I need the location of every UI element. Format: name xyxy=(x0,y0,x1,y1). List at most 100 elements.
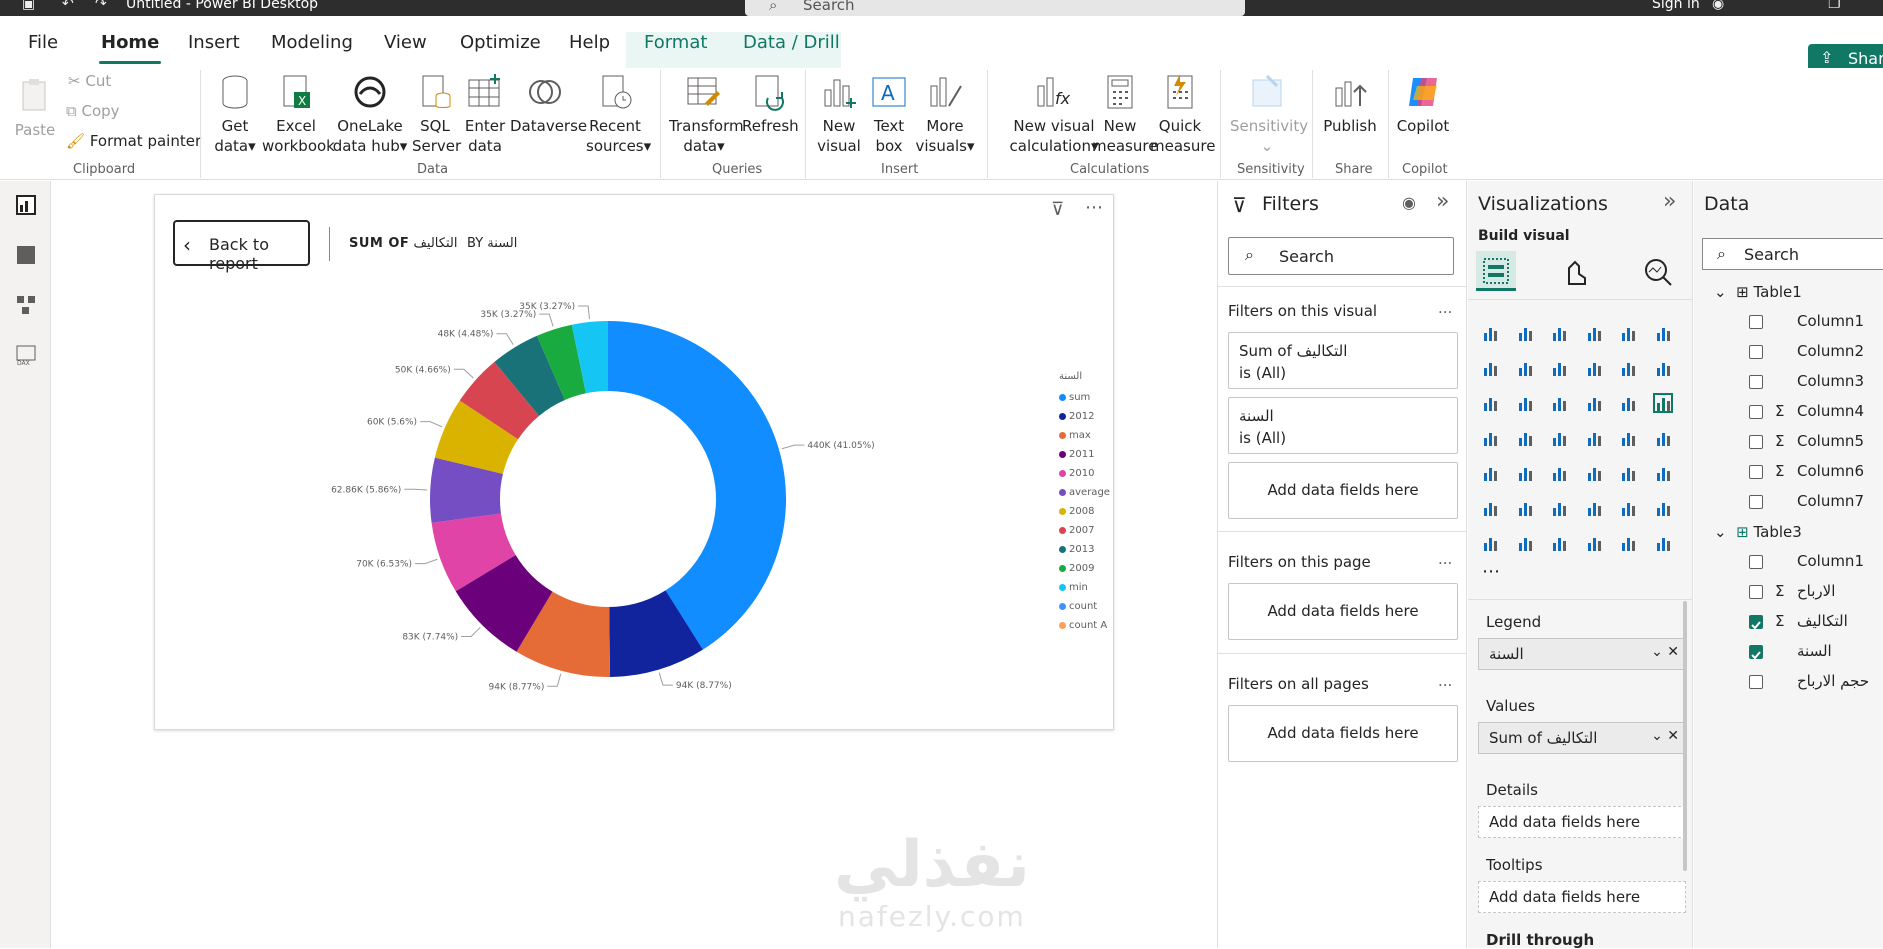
more-visuals-icon[interactable]: ⋯ xyxy=(1482,561,1500,582)
field-checkbox[interactable] xyxy=(1749,645,1763,660)
legend-item[interactable]: count xyxy=(1059,597,1110,616)
field-checkbox[interactable] xyxy=(1749,585,1763,599)
visual-type-chevron-icon[interactable] xyxy=(1651,531,1675,555)
visual-type-table-icon[interactable] xyxy=(1582,461,1606,485)
field-name[interactable]: السنة xyxy=(1797,642,1832,660)
field-checkbox[interactable] xyxy=(1749,405,1763,419)
field-checkbox[interactable] xyxy=(1749,675,1763,689)
legend-item[interactable]: average xyxy=(1059,483,1110,502)
build-visual-tab[interactable] xyxy=(1476,251,1516,291)
visual-type-card-icon[interactable] xyxy=(1513,531,1537,555)
transform-data-button[interactable]: Transform data▾ xyxy=(669,72,744,156)
visual-type-list-icon[interactable] xyxy=(1478,461,1502,485)
add-visual-filter-field[interactable]: Add data fields here xyxy=(1228,462,1458,519)
dataverse-button[interactable]: Dataverse xyxy=(510,72,587,136)
visual-type-map-icon[interactable] xyxy=(1513,426,1537,450)
visual-type-flow-icon[interactable] xyxy=(1582,531,1606,555)
format-painter-button[interactable]: 🖌 Format painter xyxy=(66,132,201,150)
legend-item[interactable]: 2012 xyxy=(1059,407,1110,426)
refresh-button[interactable]: Refresh xyxy=(742,72,799,136)
new-visual-button[interactable]: New visual xyxy=(816,72,862,156)
field-name[interactable]: حجم الارباح xyxy=(1797,672,1869,690)
visual-type-line-icon[interactable] xyxy=(1547,356,1571,380)
copy-button[interactable]: ⧉ Copy xyxy=(66,102,120,120)
visual-type-area-icon[interactable] xyxy=(1582,356,1606,380)
filter-card[interactable]: Sum of التكاليف is (All) xyxy=(1228,332,1458,389)
legend-item[interactable]: 2009 xyxy=(1059,559,1110,578)
legend-item[interactable]: count A xyxy=(1059,616,1110,635)
analytics-icon[interactable] xyxy=(1643,258,1673,286)
visual-type-card-icon[interactable] xyxy=(1547,531,1571,555)
text-box-button[interactable]: A Text box xyxy=(868,72,910,156)
visual-type-gauge-icon[interactable] xyxy=(1616,426,1640,450)
table3-node[interactable]: ⌄ ⊞ Table3 xyxy=(1714,523,1802,541)
visual-type-col-icon[interactable] xyxy=(1513,321,1537,345)
visual-type-report-icon[interactable] xyxy=(1478,531,1502,555)
visual-type-trophy-icon[interactable] xyxy=(1651,496,1675,520)
menu-modeling[interactable]: Modeling xyxy=(271,32,353,53)
menu-file[interactable]: File xyxy=(28,32,58,53)
field-checkbox[interactable] xyxy=(1749,315,1763,329)
copilot-button[interactable]: Copilot xyxy=(1394,72,1452,136)
more-visuals-button[interactable]: More visuals▾ xyxy=(912,72,978,156)
table1-node[interactable]: ⌄ ⊞ Table1 xyxy=(1714,283,1802,301)
sign-in[interactable]: Sign in xyxy=(1652,0,1700,12)
field-name[interactable]: Column6 xyxy=(1797,462,1864,480)
quick-measure-button[interactable]: Quick measure xyxy=(1150,72,1215,156)
legend-item[interactable]: sum xyxy=(1059,388,1110,407)
field-name[interactable]: Column1 xyxy=(1797,312,1864,330)
visual-type-col-icon[interactable] xyxy=(1582,321,1606,345)
title-search[interactable]: ⌕ Search xyxy=(745,0,1245,16)
eye-icon[interactable]: ◉ xyxy=(1402,193,1416,212)
visual-type-paginated-icon[interactable] xyxy=(1616,496,1640,520)
visual-type-line-icon[interactable] xyxy=(1478,356,1502,380)
visual-type-diamond-icon[interactable] xyxy=(1616,531,1640,555)
legend-item[interactable]: 2010 xyxy=(1059,464,1110,483)
donut-slice[interactable] xyxy=(608,321,786,650)
format-visual-icon[interactable] xyxy=(1563,258,1591,286)
menu-help[interactable]: Help xyxy=(569,32,610,53)
visual-type-pie-icon[interactable] xyxy=(1616,391,1640,415)
viz-scrollbar[interactable] xyxy=(1683,601,1687,871)
field-checkbox[interactable] xyxy=(1749,345,1763,359)
undo-icon[interactable]: ↶ xyxy=(62,0,74,12)
menu-format[interactable]: Format xyxy=(644,32,707,53)
visual-type-map-icon[interactable] xyxy=(1547,426,1571,450)
add-page-filter-field[interactable]: Add data fields here xyxy=(1228,583,1458,640)
visual-type-nav-icon[interactable] xyxy=(1582,426,1606,450)
visual-type-decomp-icon[interactable] xyxy=(1547,496,1571,520)
report-view-icon[interactable] xyxy=(14,193,38,217)
visual-type-combo-icon[interactable] xyxy=(1478,391,1502,415)
dax-query-view-icon[interactable]: DAX xyxy=(14,343,38,367)
visual-type-r-icon[interactable] xyxy=(1651,461,1675,485)
donut-chart[interactable]: 440K (41.05%) 94K (8.77%) 94K (8.77%) 83K (… xyxy=(155,195,1115,731)
visual-type-bar-icon[interactable] xyxy=(1616,321,1640,345)
visual-type-slicer-icon[interactable] xyxy=(1547,461,1571,485)
legend-item[interactable]: min xyxy=(1059,578,1110,597)
well-field-controls[interactable]: ⌄ ✕ xyxy=(1651,728,1679,744)
menu-data-drill[interactable]: Data / Drill xyxy=(743,32,840,53)
visual-type-col-icon[interactable] xyxy=(1513,391,1537,415)
field-checkbox[interactable] xyxy=(1749,465,1763,479)
menu-view[interactable]: View xyxy=(384,32,427,53)
new-measure-button[interactable]: New measure xyxy=(1092,72,1157,156)
field-checkbox[interactable] xyxy=(1749,495,1763,509)
field-checkbox[interactable] xyxy=(1749,435,1763,449)
visual-type-scatter-icon[interactable] xyxy=(1582,391,1606,415)
cut-button[interactable]: ✂ Cut xyxy=(68,72,111,90)
redo-icon[interactable]: ↷ xyxy=(95,0,107,12)
filter-card[interactable]: السنة is (All) xyxy=(1228,397,1458,454)
visual-type-chat-icon[interactable] xyxy=(1582,496,1606,520)
filters-page-more-icon[interactable]: ... xyxy=(1438,550,1452,568)
sensitivity-button[interactable]: Sensitivity ⌄ xyxy=(1230,72,1308,156)
visual-type-card-icon[interactable] xyxy=(1651,426,1675,450)
visual-type-treemap-icon[interactable] xyxy=(1478,426,1502,450)
menu-optimize[interactable]: Optimize xyxy=(460,32,541,53)
collapse-filters-icon[interactable]: » xyxy=(1436,189,1449,214)
sql-server-button[interactable]: SQL Server xyxy=(412,72,461,156)
table-view-icon[interactable] xyxy=(14,243,38,267)
filters-all-more-icon[interactable]: ... xyxy=(1438,672,1452,690)
field-name[interactable]: التكاليف xyxy=(1797,612,1848,630)
legend-item[interactable]: 2008 xyxy=(1059,502,1110,521)
menu-home[interactable]: Home xyxy=(98,32,162,64)
